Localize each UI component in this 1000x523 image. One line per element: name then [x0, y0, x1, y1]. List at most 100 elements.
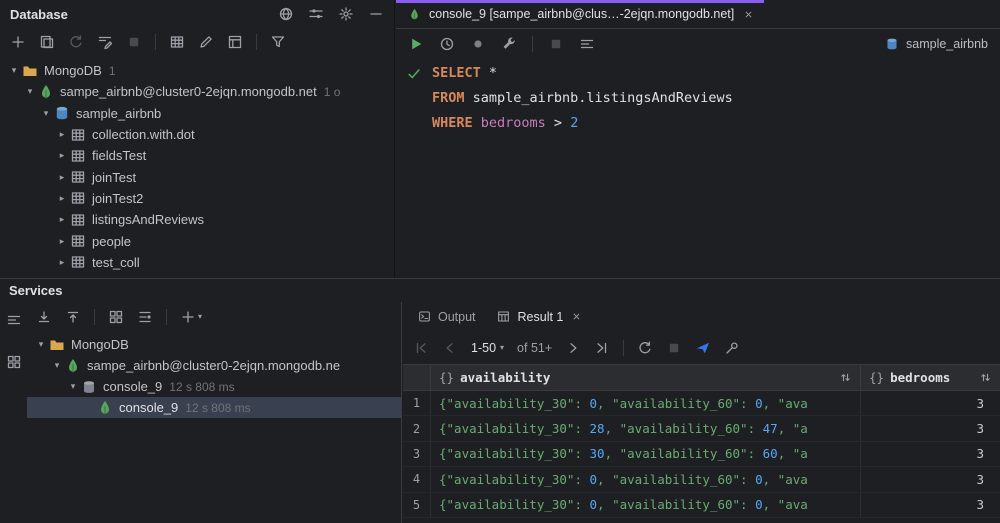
settings-gear-icon[interactable] — [338, 6, 354, 22]
chevron-closed-icon[interactable]: ▸ — [54, 129, 70, 140]
chevron-open-icon[interactable]: ▾ — [49, 360, 65, 371]
services-tree-item-console-9[interactable]: console_9 12 s 808 ms — [27, 397, 401, 418]
chevron-closed-icon[interactable]: ▸ — [54, 257, 70, 268]
record-icon[interactable] — [470, 36, 486, 52]
filter-icon[interactable] — [270, 34, 286, 50]
db-tree-item-fieldstest[interactable]: ▸ fieldsTest — [0, 145, 394, 166]
cell-availability[interactable]: {"availability_30": 28, "availability_60… — [431, 416, 861, 441]
chevron-closed-icon[interactable]: ▸ — [54, 236, 70, 247]
sort-icon[interactable] — [979, 371, 992, 384]
last-page-icon[interactable] — [594, 340, 610, 356]
chevron-open-icon[interactable]: ▾ — [6, 65, 22, 76]
result-pager: 1-50 ▾ of 51+ — [403, 331, 1000, 364]
services-tree-item-mongodb[interactable]: ▾ MongoDB — [27, 334, 401, 355]
editor-toolbar: sample_airbnb — [396, 29, 1000, 59]
previous-page-icon[interactable] — [442, 340, 458, 356]
db-tree-item-people[interactable]: ▸ people — [0, 230, 394, 251]
view-options-icon[interactable] — [308, 6, 324, 22]
submit-icon[interactable] — [695, 340, 711, 356]
output-layout-icon[interactable] — [579, 36, 595, 52]
cell-bedrooms[interactable]: 3 — [861, 416, 1000, 440]
cell-availability[interactable]: {"availability_30": 0, "availability_60"… — [431, 492, 861, 517]
add-datasource-icon[interactable] — [10, 34, 26, 50]
editor-panel: console_9 [sampe_airbnb@clus…-2ejqn.mong… — [396, 0, 1000, 278]
reload-page-icon[interactable] — [637, 340, 653, 356]
next-page-icon[interactable] — [565, 340, 581, 356]
db-tree-item-sample-airbnb[interactable]: ▾ sample_airbnb — [0, 103, 394, 124]
duplicate-icon[interactable] — [39, 34, 55, 50]
chevron-closed-icon[interactable]: ▸ — [54, 150, 70, 161]
pin-tab-icon[interactable] — [724, 340, 740, 356]
code-line-2[interactable]: FROM sample_airbnb.listingsAndReviews — [396, 86, 1000, 111]
database-icon — [884, 36, 900, 52]
db-tree-item-jointest[interactable]: ▸ joinTest — [0, 166, 394, 187]
add-service-button[interactable]: ▾ — [180, 309, 202, 325]
cell-availability[interactable]: {"availability_30": 0, "availability_60"… — [431, 391, 861, 416]
web-console-icon[interactable] — [278, 6, 294, 22]
services-tree-item-console-9[interactable]: ▾ console_9 12 s 808 ms — [27, 376, 401, 397]
services-view-icon[interactable] — [6, 354, 22, 370]
refresh-icon[interactable] — [68, 34, 84, 50]
services-tree-item-sampe-airbnb-cluster0-2ejqn-mongodb-ne[interactable]: ▾ sampe_airbnb@cluster0-2ejqn.mongodb.ne — [27, 355, 401, 376]
hide-panel-icon[interactable] — [368, 6, 384, 22]
datasource-selector[interactable]: sample_airbnb — [884, 36, 988, 52]
expand-all-icon[interactable] — [36, 309, 52, 325]
editor-tab-console-9[interactable]: console_9 [sampe_airbnb@clus…-2ejqn.mong… — [396, 0, 765, 28]
chevron-open-icon[interactable]: ▾ — [65, 381, 81, 392]
cell-bedrooms[interactable]: 3 — [861, 493, 1000, 517]
chevron-open-icon[interactable]: ▾ — [33, 339, 49, 350]
editor-code-area[interactable]: SELECT * FROM sample_airbnb.listingsAndRe… — [396, 59, 1000, 136]
first-page-icon[interactable] — [413, 340, 429, 356]
collection-icon — [70, 233, 86, 249]
mongo-icon — [97, 400, 113, 416]
result-row-3[interactable]: 3 {"availability_30": 30, "availability_6… — [403, 441, 1000, 468]
query-history-icon[interactable] — [439, 36, 455, 52]
db-tree-item-sampe-airbnb-cluster0-2ejqn-mongodb-net[interactable]: ▾ sampe_airbnb@cluster0-2ejqn.mongodb.net… — [0, 81, 394, 102]
database-tool-window: Database ▾ MongoDB 1 ▾ sampe_airbnb@cluster0… — [0, 0, 395, 278]
cell-bedrooms[interactable]: 3 — [861, 391, 1000, 415]
chevron-closed-icon[interactable]: ▸ — [54, 214, 70, 225]
chevron-open-icon[interactable]: ▾ — [22, 86, 38, 97]
db-tree-item-mongodb[interactable]: ▾ MongoDB 1 — [0, 60, 394, 81]
diagram-icon[interactable] — [227, 34, 243, 50]
table-view-icon[interactable] — [169, 34, 185, 50]
group-services-icon[interactable] — [108, 309, 124, 325]
result-row-1[interactable]: 1 {"availability_30": 0, "availability_60… — [403, 391, 1000, 417]
result-row-2[interactable]: 2 {"availability_30": 28, "availability_6… — [403, 416, 1000, 442]
execution-time: 12 s 808 ms — [185, 400, 251, 415]
db-tree-item-collection-with-dot[interactable]: ▸ collection.with.dot — [0, 124, 394, 145]
result-row-5[interactable]: 5 {"availability_30": 0, "availability_60… — [403, 492, 1000, 518]
db-tree-item-listingsandreviews[interactable]: ▸ listingsAndReviews — [0, 209, 394, 230]
page-range-dropdown[interactable]: 1-50 ▾ — [471, 341, 504, 355]
code-line-1[interactable]: SELECT * — [396, 61, 1000, 86]
stop-execution-icon[interactable] — [548, 36, 564, 52]
collapse-all-icon[interactable] — [65, 309, 81, 325]
db-tree-item-jointest2[interactable]: ▸ joinTest2 — [0, 188, 394, 209]
run-query-icon[interactable] — [408, 36, 424, 52]
tab-output[interactable]: Output — [407, 302, 485, 331]
json-type-badge: {} — [869, 370, 885, 385]
cell-bedrooms[interactable]: 3 — [861, 467, 1000, 491]
close-tab-icon[interactable] — [743, 9, 754, 20]
column-header-availability[interactable]: {} availability — [431, 365, 861, 390]
stop-loading-icon[interactable] — [666, 340, 682, 356]
result-row-4[interactable]: 4 {"availability_30": 0, "availability_60… — [403, 467, 1000, 493]
chevron-closed-icon[interactable]: ▸ — [54, 172, 70, 183]
cell-availability[interactable]: {"availability_30": 30, "availability_60… — [431, 441, 861, 467]
chevron-open-icon[interactable]: ▾ — [38, 108, 54, 119]
cell-availability[interactable]: {"availability_30": 0, "availability_60"… — [431, 467, 861, 492]
column-header-bedrooms[interactable]: {} bedrooms — [861, 365, 1000, 390]
stop-icon[interactable] — [126, 34, 142, 50]
db-tree-item-test-coll[interactable]: ▸ test_coll — [0, 252, 394, 273]
view-mode-icon[interactable] — [137, 309, 153, 325]
chevron-closed-icon[interactable]: ▸ — [54, 193, 70, 204]
console-settings-icon[interactable] — [501, 36, 517, 52]
tab-result-1[interactable]: Result 1 — [487, 302, 592, 331]
close-result-tab-icon[interactable] — [571, 311, 582, 322]
jump-to-console-icon[interactable] — [97, 34, 113, 50]
code-line-3[interactable]: WHERE bedrooms > 2 — [396, 111, 1000, 136]
cell-bedrooms[interactable]: 3 — [861, 442, 1000, 466]
panel-options-icon[interactable] — [6, 312, 22, 328]
modify-icon[interactable] — [198, 34, 214, 50]
sort-icon[interactable] — [839, 371, 852, 384]
